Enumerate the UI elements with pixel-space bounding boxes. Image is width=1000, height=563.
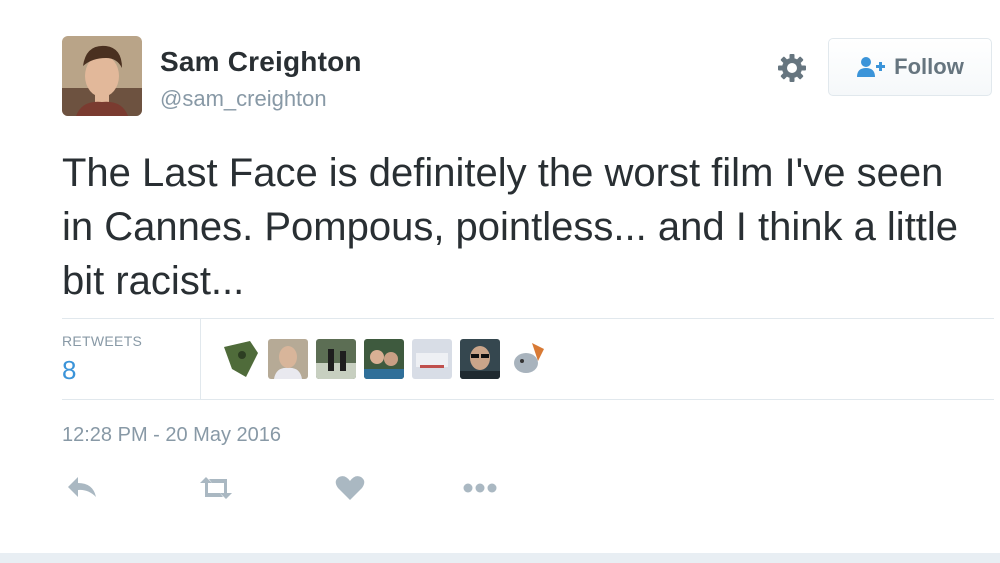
person-add-icon <box>857 57 886 77</box>
retweeter-avatar[interactable] <box>220 339 260 379</box>
retweeter-avatar[interactable] <box>460 339 500 379</box>
retweet-icon[interactable] <box>196 470 236 506</box>
follow-button-label: Follow <box>894 54 964 79</box>
retweets-count[interactable]: 8 <box>62 355 76 386</box>
gear-icon[interactable] <box>774 50 810 86</box>
author-name[interactable]: Sam Creighton <box>160 46 362 78</box>
retweets-label: RETWEETS <box>62 333 143 349</box>
retweeter-avatar[interactable] <box>316 339 356 379</box>
author-avatar[interactable] <box>62 36 142 116</box>
heart-icon[interactable] <box>330 470 370 506</box>
tweet-text: The Last Face is definitely the worst fi… <box>62 151 959 303</box>
retweeter-avatar[interactable] <box>508 339 548 379</box>
author-handle[interactable]: @sam_creighton <box>160 86 327 112</box>
retweeter-avatars <box>220 339 548 379</box>
tweet-actions <box>62 470 562 510</box>
tweet-card: Sam Creighton @sam_creighton Follow The … <box>0 0 1000 563</box>
more-dots-icon[interactable] <box>460 470 500 506</box>
retweeter-avatar[interactable] <box>412 339 452 379</box>
tweet-timestamp[interactable]: 12:28 PM - 20 May 2016 <box>62 424 281 447</box>
card-bottom-edge <box>0 553 1000 563</box>
tweet-stats: RETWEETS 8 <box>62 318 994 400</box>
retweeter-avatar[interactable] <box>268 339 308 379</box>
retweeter-avatar[interactable] <box>364 339 404 379</box>
follow-button[interactable]: Follow <box>828 38 992 96</box>
reply-icon[interactable] <box>62 470 102 506</box>
retweets-stat[interactable]: RETWEETS 8 <box>62 319 201 399</box>
